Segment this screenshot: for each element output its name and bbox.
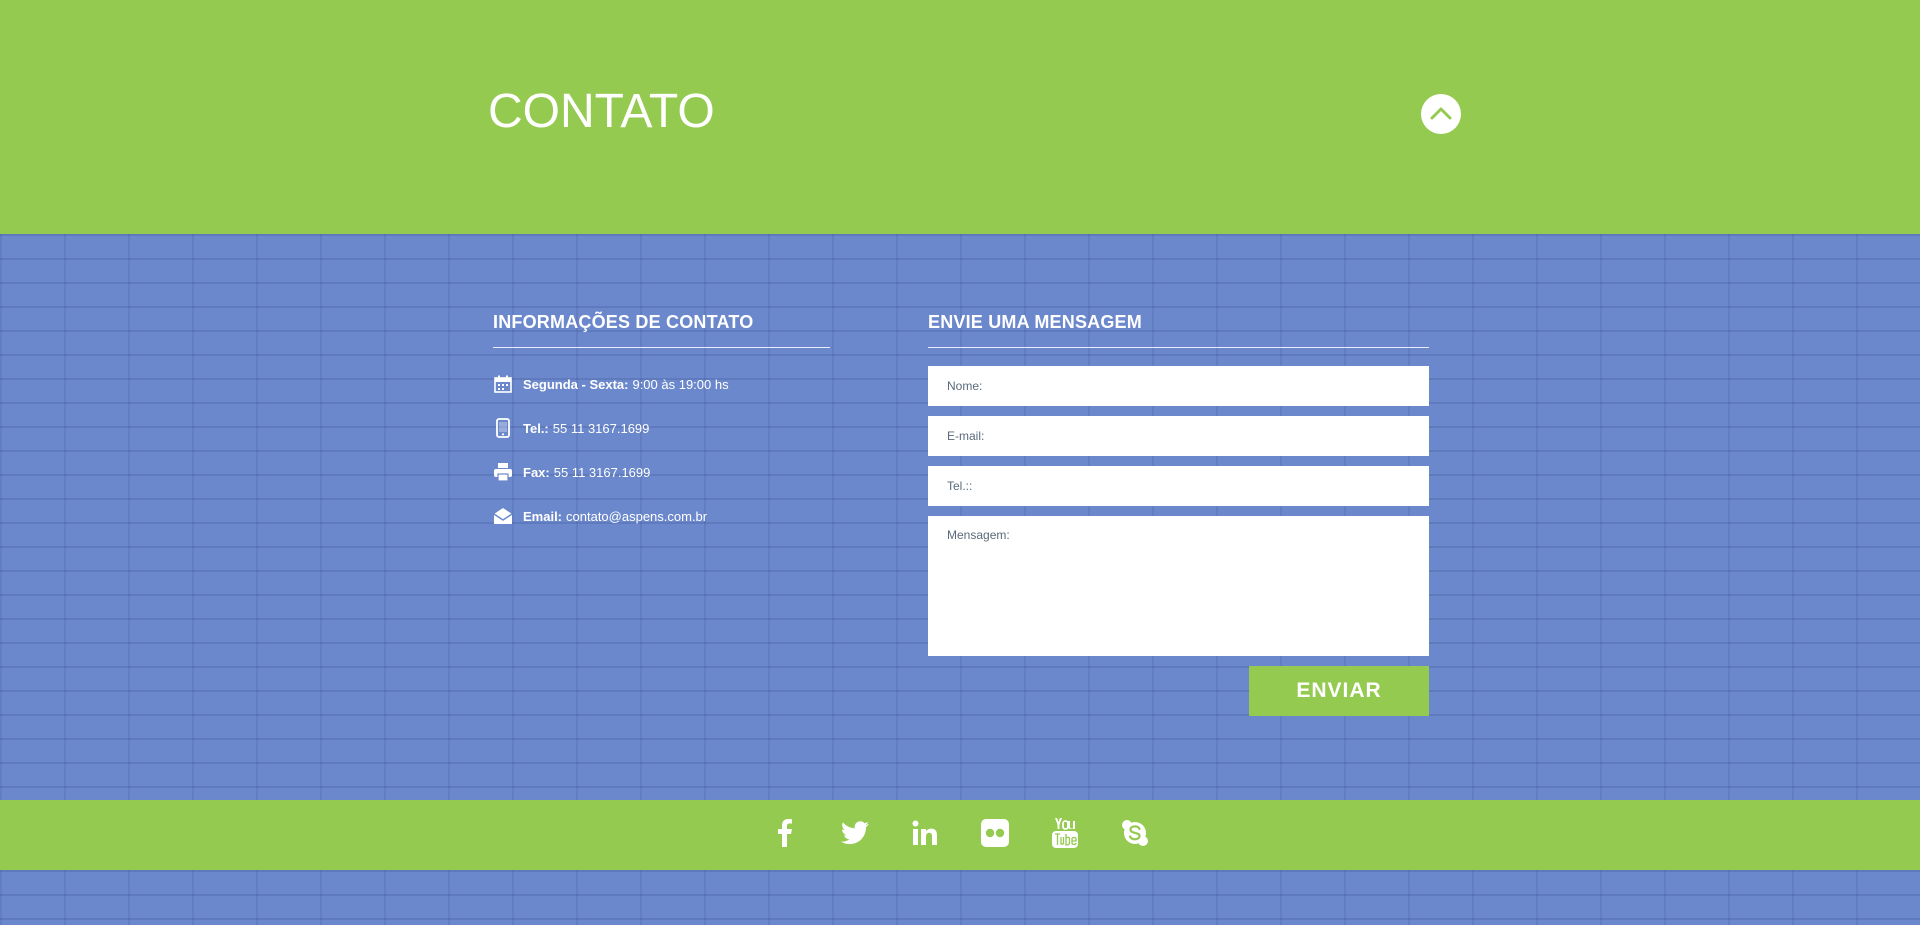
contact-form: ENVIE UMA MENSAGEM ENVIAR bbox=[928, 312, 1429, 716]
skype-icon bbox=[1121, 819, 1149, 852]
chevron-up-icon bbox=[1430, 106, 1452, 123]
social-links bbox=[769, 817, 1151, 853]
phone-icon bbox=[493, 418, 513, 438]
contact-info: INFORMAÇÕES DE CONTATO Segunda - Sexta: … bbox=[493, 312, 830, 538]
footer-band bbox=[0, 870, 1920, 925]
linkedin-icon bbox=[912, 820, 938, 851]
info-email: Email: contato@aspens.com.br bbox=[493, 494, 830, 538]
flickr-icon bbox=[981, 818, 1009, 852]
info-fax-label: Fax: bbox=[523, 464, 550, 480]
info-phone: Tel.: 55 11 3167.1699 bbox=[493, 406, 830, 450]
info-phone-label: Tel.: bbox=[523, 420, 549, 436]
contact-info-heading: INFORMAÇÕES DE CONTATO bbox=[493, 312, 830, 348]
info-phone-value: 55 11 3167.1699 bbox=[552, 420, 650, 436]
info-fax-value: 55 11 3167.1699 bbox=[553, 464, 651, 480]
social-bar bbox=[0, 800, 1920, 870]
contact-form-heading: ENVIE UMA MENSAGEM bbox=[928, 312, 1429, 348]
skype-link[interactable] bbox=[1119, 819, 1151, 851]
name-field[interactable] bbox=[928, 366, 1429, 406]
message-field[interactable] bbox=[928, 516, 1429, 656]
page-title: CONTATO bbox=[488, 85, 715, 138]
send-button[interactable]: ENVIAR bbox=[1249, 666, 1429, 716]
youtube-icon bbox=[1052, 817, 1078, 853]
calendar-icon bbox=[493, 374, 513, 394]
info-fax: Fax: 55 11 3167.1699 bbox=[493, 450, 830, 494]
printer-icon bbox=[493, 462, 513, 482]
info-hours-label: Segunda - Sexta: bbox=[523, 376, 629, 392]
phone-field[interactable] bbox=[928, 466, 1429, 506]
flickr-link[interactable] bbox=[979, 818, 1011, 852]
youtube-link[interactable] bbox=[1049, 817, 1081, 853]
contact-info-list: Segunda - Sexta: 9:00 às 19:00 hs Tel.: … bbox=[493, 362, 830, 538]
info-hours: Segunda - Sexta: 9:00 às 19:00 hs bbox=[493, 362, 830, 406]
facebook-link[interactable] bbox=[769, 818, 801, 852]
info-hours-value: 9:00 às 19:00 hs bbox=[632, 376, 729, 392]
twitter-link[interactable] bbox=[839, 819, 871, 851]
facebook-icon bbox=[777, 818, 793, 852]
twitter-icon bbox=[840, 820, 869, 850]
info-email-label: Email: bbox=[523, 508, 563, 524]
info-email-link[interactable]: contato@aspens.com.br bbox=[566, 509, 707, 524]
header-band: CONTATO bbox=[0, 0, 1920, 234]
email-field[interactable] bbox=[928, 416, 1429, 456]
envelope-icon bbox=[493, 506, 513, 526]
linkedin-link[interactable] bbox=[909, 819, 941, 851]
scroll-up-button[interactable] bbox=[1421, 94, 1461, 134]
